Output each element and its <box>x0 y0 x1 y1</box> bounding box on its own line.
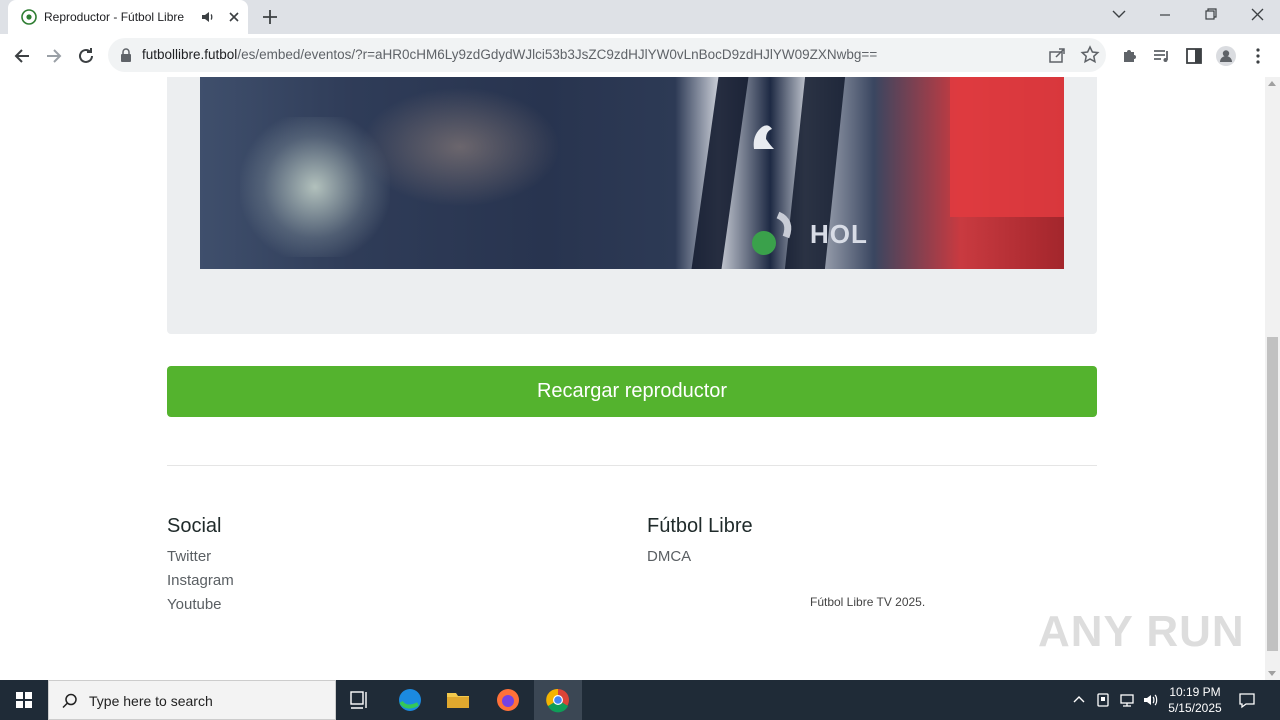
footer-link-instagram[interactable]: Instagram <box>167 572 234 589</box>
footer-brand-heading: Fútbol Libre <box>647 515 753 537</box>
close-tab-icon[interactable] <box>226 9 242 25</box>
back-arrow-icon[interactable] <box>10 44 34 68</box>
kebab-menu-icon[interactable] <box>1246 44 1270 68</box>
sponsor-text: HOL <box>810 219 868 249</box>
video-player[interactable]: HOL <box>200 77 1064 269</box>
player-container: HOL <box>167 77 1097 334</box>
search-icon <box>62 693 77 709</box>
minimize-icon[interactable] <box>1142 0 1188 30</box>
footer-link-dmca[interactable]: DMCA <box>647 548 691 565</box>
taskbar-search-box[interactable]: Type here to search <box>48 680 336 720</box>
sponsor-logo-icon <box>752 211 792 255</box>
side-panel-icon[interactable] <box>1182 44 1206 68</box>
url-text[interactable]: futbollibre.futbol/es/embed/eventos/?r=a… <box>142 47 877 62</box>
tab-title: Reproductor - Fútbol Libre TV <box>44 10 184 24</box>
video-blur-shape <box>360 87 560 207</box>
windows-start-icon[interactable] <box>0 680 48 720</box>
anyrun-watermark: ANY RUN <box>1038 607 1245 656</box>
soccer-ball-icon <box>21 9 37 25</box>
page-scrollbar[interactable] <box>1265 77 1280 680</box>
restore-icon[interactable] <box>1188 0 1234 30</box>
copyright-text: Fútbol Libre TV 2025. <box>810 595 926 609</box>
extensions-puzzle-icon[interactable] <box>1118 44 1142 68</box>
forward-arrow-icon[interactable] <box>42 44 66 68</box>
lock-icon[interactable] <box>120 48 132 62</box>
browser-toolbar: futbollibre.futbol/es/embed/eventos/?r=a… <box>0 34 1280 78</box>
footer-link-twitter[interactable]: Twitter <box>167 548 211 565</box>
windows-taskbar: Type here to search 10:19 PM 5/15/2025 <box>0 680 1280 720</box>
tray-device-icon[interactable] <box>1094 691 1112 709</box>
share-icon[interactable] <box>1045 43 1069 67</box>
reload-icon[interactable] <box>74 44 98 68</box>
notification-center-icon[interactable] <box>1238 691 1256 709</box>
edge-browser-icon[interactable] <box>386 680 434 720</box>
scrollbar-thumb[interactable] <box>1267 337 1278 651</box>
search-placeholder: Type here to search <box>89 693 213 709</box>
url-path: /es/embed/eventos/?r=aHR0cHM6Ly9zdGdydWJ… <box>237 47 878 62</box>
scroll-up-arrow-icon[interactable] <box>1268 81 1276 86</box>
page-viewport: HOL Recargar reproductor Social Twitter … <box>0 77 1280 680</box>
rooster-logo-icon <box>753 125 774 149</box>
jersey-stripe <box>691 77 749 269</box>
chrome-icon[interactable] <box>534 680 582 720</box>
red-background-shape <box>950 77 1064 217</box>
network-icon[interactable] <box>1118 691 1136 709</box>
tray-chevron-up-icon[interactable] <box>1070 691 1088 709</box>
close-window-icon[interactable] <box>1234 0 1280 30</box>
scroll-down-arrow-icon[interactable] <box>1268 671 1276 676</box>
footer-social-heading: Social <box>167 515 222 537</box>
bookmark-star-icon[interactable] <box>1078 43 1102 67</box>
tab-search-chevron-icon[interactable] <box>1096 0 1142 30</box>
new-tab-icon[interactable] <box>260 7 280 27</box>
file-explorer-icon[interactable] <box>434 680 482 720</box>
speaker-icon[interactable] <box>200 9 216 25</box>
reload-player-button[interactable]: Recargar reproductor <box>167 366 1097 417</box>
clock-time: 10:19 PM <box>1169 685 1221 699</box>
firefox-icon[interactable] <box>484 680 532 720</box>
media-control-icon[interactable] <box>1150 44 1174 68</box>
url-host: futbollibre.futbol <box>142 47 238 62</box>
task-view-icon[interactable] <box>336 680 384 720</box>
taskbar-clock[interactable]: 10:19 PM 5/15/2025 <box>1162 684 1228 716</box>
footer-link-youtube[interactable]: Youtube <box>167 596 222 613</box>
clock-date: 5/15/2025 <box>1168 701 1222 715</box>
tab-strip: Reproductor - Fútbol Libre TV <box>0 0 1280 34</box>
tab-reproductor[interactable]: Reproductor - Fútbol Libre TV <box>8 0 248 34</box>
profile-avatar-icon[interactable] <box>1214 44 1238 68</box>
footer-divider <box>167 465 1097 466</box>
volume-icon[interactable] <box>1142 691 1160 709</box>
address-bar[interactable]: futbollibre.futbol/es/embed/eventos/?r=a… <box>108 38 1106 72</box>
